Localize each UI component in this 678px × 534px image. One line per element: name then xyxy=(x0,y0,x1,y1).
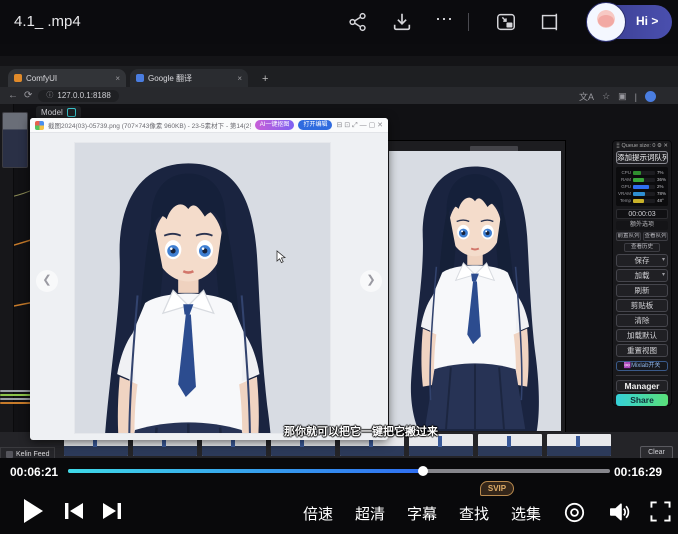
comfyui-favicon xyxy=(14,74,22,82)
browser-profile-avatar[interactable] xyxy=(645,91,656,102)
total-time: 00:16:29 xyxy=(614,465,662,479)
speed-button[interactable]: 倍速 xyxy=(303,503,333,524)
generated-image-preview[interactable] xyxy=(389,151,561,431)
elapsed-timer: 00:00:03 xyxy=(616,209,668,219)
open-edit-button[interactable]: 打开编辑 xyxy=(298,120,332,130)
clipboard-button[interactable]: 剪贴板 xyxy=(616,299,668,312)
address-bar-actions: 文A ☆ ▣ | xyxy=(579,90,656,103)
avatar-face xyxy=(598,15,614,27)
drag-handle-icon[interactable]: ⣿ xyxy=(616,143,620,149)
previous-episode-button[interactable] xyxy=(64,502,84,520)
load-button[interactable]: 加载▾ xyxy=(616,269,668,282)
browser-tab-strip: ComfyUI × Google 翻译 × + xyxy=(0,66,678,87)
tab-label: Google 翻译 xyxy=(148,73,233,84)
refresh-icon[interactable]: ⟳ xyxy=(24,91,32,101)
previous-image-chevron[interactable]: ❮ xyxy=(36,270,58,292)
progress-fill xyxy=(68,469,423,473)
fullscreen-icon[interactable] xyxy=(650,501,671,522)
video-subtitle: 那你就可以把它一键把它搬过来 xyxy=(284,423,438,439)
quality-button[interactable]: 超清 xyxy=(355,503,385,524)
save-button[interactable]: 保存▾ xyxy=(616,254,668,267)
video-title: 4.1_ .mp4 xyxy=(14,13,81,30)
tab-close-icon[interactable]: × xyxy=(237,74,242,83)
mouse-cursor xyxy=(276,250,286,264)
bookmark-star-icon[interactable]: ☆ xyxy=(602,91,610,102)
refresh-button[interactable]: 刷新 xyxy=(616,284,668,297)
image-viewer-window: 截图2024(03)-05739.png (707×743像素 960KB) -… xyxy=(30,118,388,440)
manager-button[interactable]: Manager xyxy=(616,380,668,392)
toolbar-divider xyxy=(468,13,469,31)
load-default-button[interactable]: 加载默认 xyxy=(616,329,668,342)
translate-icon[interactable]: 文A xyxy=(579,90,594,103)
more-options-icon[interactable]: ⋯ xyxy=(435,9,457,31)
tab-google-translate[interactable]: Google 翻译 × xyxy=(130,69,248,87)
browser-address-bar: ← ⟳ ⓘ 127.0.0.1:8188 文A ☆ ▣ | xyxy=(0,87,678,104)
view-queue-button[interactable]: 查看队列 xyxy=(643,232,668,241)
filmstrip-thumb[interactable] xyxy=(547,434,611,456)
queue-prompt-button[interactable]: 添加提示词队列 xyxy=(616,151,668,164)
feed-chip-label: Kelin Feed xyxy=(16,451,49,458)
close-icon[interactable]: ✕ xyxy=(663,143,668,149)
viewer-window-controls[interactable]: ⊟ ⊡ ⤢ — ▢ ✕ xyxy=(336,121,383,130)
site-info-icon[interactable]: ⓘ xyxy=(46,92,53,99)
new-tab-button[interactable]: + xyxy=(262,73,268,85)
queue-front-button[interactable]: 前置队列 xyxy=(616,232,641,241)
comfyui-menu-panel: ⣿ Queue size: 0 ⚙ ✕ 添加提示词队列 CPU7% RAM36%… xyxy=(612,140,672,406)
share-button[interactable]: Share xyxy=(616,394,668,406)
chevron-down-icon[interactable]: ▾ xyxy=(662,255,665,266)
viewer-title-text: 截图2024(03)-05739.png (707×743像素 960KB) -… xyxy=(48,120,251,130)
feed-clear-button[interactable]: Clear xyxy=(640,446,673,458)
chevron-down-icon[interactable]: ▾ xyxy=(662,270,665,281)
url-text: 127.0.0.1:8188 xyxy=(57,91,110,100)
queue-size-label: Queue size: 0 xyxy=(622,143,656,149)
viewer-title-bar[interactable]: 截图2024(03)-05739.png (707×743像素 960KB) -… xyxy=(30,118,388,133)
next-image-chevron[interactable]: ❯ xyxy=(360,270,382,292)
download-icon[interactable] xyxy=(391,11,413,33)
player-top-bar: 4.1_ .mp4 ⋯ xyxy=(0,0,678,44)
progress-track[interactable] xyxy=(68,469,610,473)
tab-comfyui[interactable]: ComfyUI × xyxy=(8,69,126,87)
player-control-bar: 00:06:21 00:16:29 倍速 超清 字幕 查找 SVIP 选集 xyxy=(0,458,678,534)
model-chip-icon xyxy=(67,108,76,117)
tab-close-icon[interactable]: × xyxy=(115,74,120,83)
search-button[interactable]: 查找 xyxy=(459,503,489,524)
video-player: 4.1_ .mp4 ⋯ xyxy=(0,0,678,534)
volume-icon[interactable] xyxy=(608,501,631,523)
node-image-thumbnail[interactable] xyxy=(2,112,28,168)
episodes-button[interactable]: 选集 xyxy=(511,503,541,524)
back-icon[interactable]: ← xyxy=(8,91,18,101)
url-box[interactable]: ⓘ 127.0.0.1:8188 xyxy=(38,90,118,102)
model-chip-label: Model xyxy=(41,108,63,117)
clear-button[interactable]: 清除 xyxy=(616,314,668,327)
resource-monitor: CPU7% RAM36% GPU2% VRAM78% Temp48° xyxy=(616,167,668,206)
svip-badge: SVIP xyxy=(480,481,514,496)
mixlab-toggle-button[interactable]: ♾️Mixlab开关 xyxy=(616,361,668,371)
viewer-app-icon xyxy=(35,121,44,130)
translate-favicon xyxy=(136,74,144,82)
subtitle-button[interactable]: 字幕 xyxy=(407,503,437,524)
tab-label: ComfyUI xyxy=(26,74,111,83)
ai-cutout-button[interactable]: AI一键抠图 xyxy=(255,120,295,130)
account-label[interactable]: Hi > xyxy=(636,14,658,28)
extra-options[interactable]: 额外选项 xyxy=(616,221,668,230)
play-button[interactable] xyxy=(22,498,44,524)
next-episode-button[interactable] xyxy=(102,502,122,520)
video-frame[interactable]: ComfyUI × Google 翻译 × + ← ⟳ ⓘ 127.0.0.1:… xyxy=(0,56,678,458)
profile-divider: | xyxy=(635,92,637,102)
current-time: 00:06:21 xyxy=(10,465,58,479)
danmaku-ring-icon[interactable] xyxy=(564,502,585,523)
view-history-button[interactable]: 查看历史 xyxy=(624,243,660,252)
viewed-photo[interactable] xyxy=(75,143,330,433)
filmstrip-thumb[interactable] xyxy=(478,434,542,456)
settings-gear-icon[interactable]: ⚙ xyxy=(657,143,662,149)
share-icon[interactable] xyxy=(347,11,369,33)
mini-window-icon[interactable] xyxy=(538,11,560,33)
extensions-icon[interactable]: ▣ xyxy=(618,91,627,102)
reset-view-button[interactable]: 重置视图 xyxy=(616,344,668,357)
feed-chip-icon xyxy=(6,451,13,458)
picture-in-picture-icon[interactable] xyxy=(495,11,517,33)
panel-divider xyxy=(616,375,668,376)
feed-chip: Kelin Feed xyxy=(0,447,55,458)
progress-knob[interactable] xyxy=(418,466,428,476)
